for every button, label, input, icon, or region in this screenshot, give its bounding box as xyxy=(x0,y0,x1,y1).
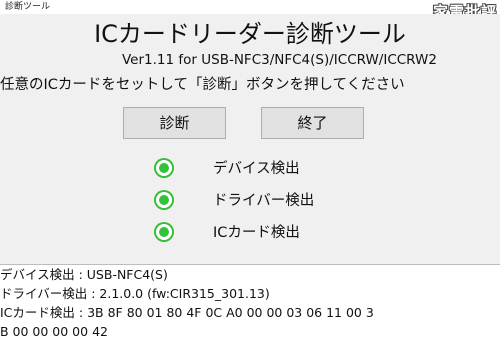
status-driver-label: ドライバー検出 xyxy=(213,193,315,209)
exit-button[interactable]: 終了 xyxy=(261,107,364,139)
log-line: B 00 00 00 00 42 xyxy=(0,324,108,339)
version-label: Ver1.11 for USB-NFC3/NFC4(S)/ICCRW/ICCRW… xyxy=(122,52,437,68)
success-ring-icon xyxy=(159,227,169,237)
window-titlebar: 診断ツール xyxy=(0,0,500,14)
status-device-label: デバイス検出 xyxy=(213,161,300,177)
success-ring-icon xyxy=(159,195,169,205)
diagnose-button[interactable]: 診断 xyxy=(123,107,226,139)
log-line: デバイス検出 : USB-NFC4(S) xyxy=(0,267,168,282)
log-line: ドライバー検出 : 2.1.0.0 (fw:CIR315_301.13) xyxy=(0,286,270,301)
main-panel: ICカードリーダー診断ツール Ver1.11 for USB-NFC3/NFC4… xyxy=(0,14,500,264)
window-title: 診断ツール xyxy=(5,2,51,12)
status-device-row: デバイス検出 xyxy=(0,158,500,186)
instruction-text: 任意のICカードをセットして「診断」ボタンを押してください xyxy=(0,77,405,93)
status-card-label: ICカード検出 xyxy=(213,225,300,241)
success-ring-icon xyxy=(159,163,169,173)
log-line: ICカード検出 : 3B 8F 80 01 80 4F 0C A0 00 00 … xyxy=(0,305,374,320)
result-log-textbox[interactable]: デバイス検出 : USB-NFC4(S) ドライバー検出 : 2.1.0.0 (… xyxy=(0,264,500,361)
status-card-row: ICカード検出 xyxy=(0,222,500,250)
status-driver-row: ドライバー検出 xyxy=(0,190,500,218)
app-title: ICカードリーダー診断ツール xyxy=(94,20,406,48)
